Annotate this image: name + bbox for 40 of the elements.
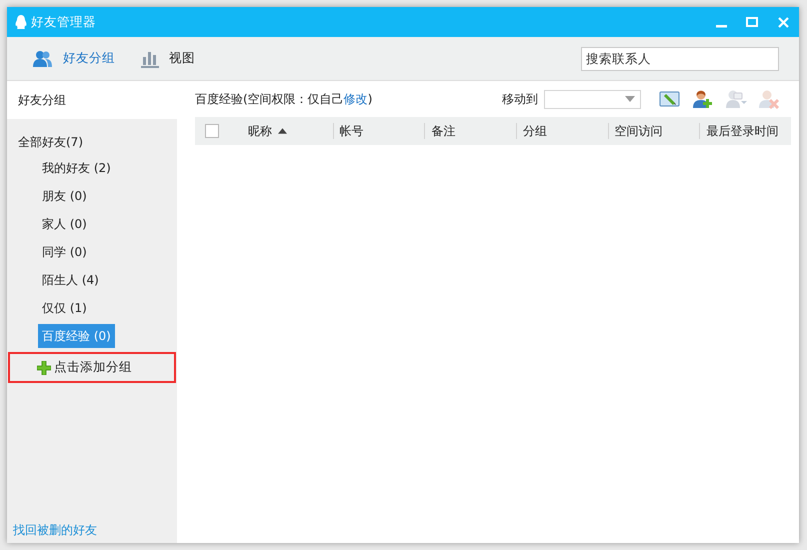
group-item[interactable]: 家人 (0)	[38, 212, 91, 236]
minimize-icon	[716, 24, 726, 28]
column-header[interactable]: 昵称	[241, 117, 333, 145]
move-to-dropdown[interactable]	[544, 90, 641, 108]
column-header[interactable]: 备注	[424, 123, 516, 139]
group-item[interactable]: 陌生人 (4)	[38, 268, 103, 292]
group-item[interactable]: 同学 (0)	[38, 240, 91, 264]
remove-person-icon	[758, 89, 780, 109]
group-item[interactable]: 仅仅 (1)	[38, 296, 91, 320]
modify-link[interactable]: 修改	[344, 92, 368, 106]
maximize-icon	[746, 17, 758, 27]
column-header[interactable]: 帐号	[332, 123, 424, 139]
bar-chart-icon	[141, 50, 159, 68]
add-person-button[interactable]	[692, 89, 714, 109]
people-icon	[33, 50, 53, 68]
person-menu-icon	[725, 89, 747, 109]
tab[interactable]: 好友分组	[27, 49, 121, 68]
plus-icon	[37, 360, 51, 374]
edit-card-icon	[659, 89, 681, 109]
column-header[interactable]: 空间访问	[608, 123, 700, 139]
group-permission-label: 百度经验(空间权限：仅自己修改)	[195, 91, 372, 108]
sidebar-title: 好友分组	[7, 81, 177, 119]
caret-icon	[625, 96, 635, 102]
maximize-button[interactable]	[744, 14, 760, 30]
add-person-icon	[692, 89, 714, 109]
group-item[interactable]: 全部好友(7)	[14, 130, 87, 154]
move-to-label: 移动到	[502, 91, 538, 108]
select-all-checkbox[interactable]	[205, 124, 219, 138]
window-title: 好友管理器	[31, 12, 96, 31]
tab[interactable]: 视图	[135, 49, 201, 68]
close-icon	[778, 16, 788, 28]
column-header[interactable]: 分组	[516, 123, 608, 139]
penguin-icon	[15, 15, 27, 29]
close-button[interactable]	[775, 14, 791, 30]
group-item[interactable]: 我的好友 (2)	[38, 156, 115, 180]
add-group-button[interactable]: 点击添加分组	[8, 352, 176, 383]
edit-card-button[interactable]	[659, 89, 681, 109]
search-field[interactable]: 搜索联系人	[581, 46, 779, 70]
group-item[interactable]: 朋友 (0)	[38, 184, 91, 208]
column-header[interactable]: 最后登录时间	[699, 123, 792, 139]
